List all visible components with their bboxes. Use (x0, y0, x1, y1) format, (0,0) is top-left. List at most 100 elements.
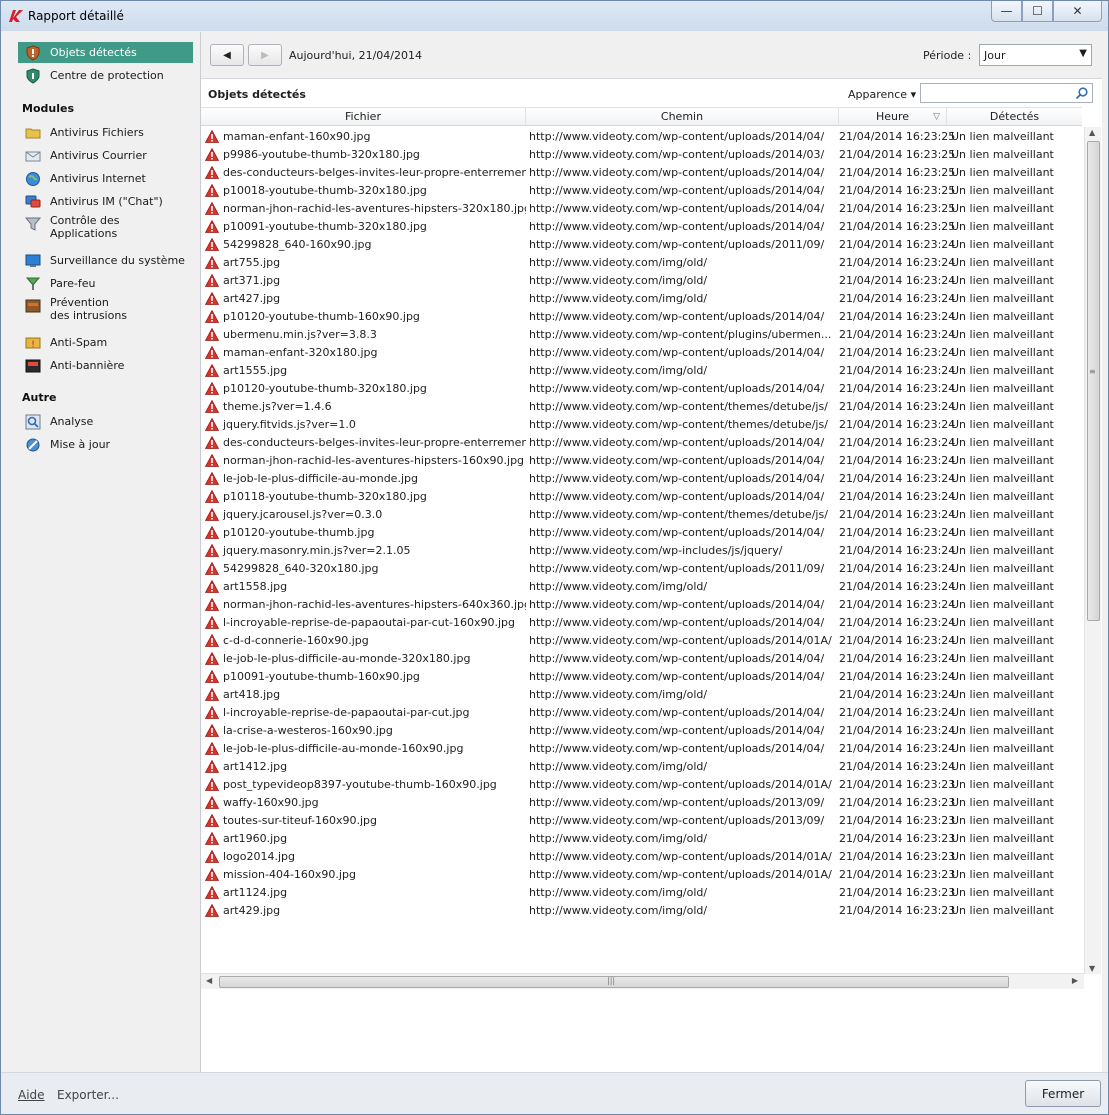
table-row[interactable]: jquery.fitvids.js?ver=1.0 http://www.vide… (201, 415, 1083, 433)
table-row[interactable]: jquery.masonry.min.js?ver=2.1.05 http://w… (201, 541, 1083, 559)
table-row[interactable]: art1558.jpg http://www.videoty.com/img/ol… (201, 577, 1083, 595)
table-row[interactable]: le-job-le-plus-difficile-au-monde-320x18… (201, 649, 1083, 667)
sidebar-item-antivirus-internet[interactable]: Antivirus Internet (18, 168, 193, 189)
warning-icon (205, 471, 219, 485)
table-row[interactable]: le-job-le-plus-difficile-au-monde.jpg htt… (201, 469, 1083, 487)
sidebar-item-label: Analyse (50, 415, 94, 428)
warning-icon (205, 615, 219, 629)
sidebar-item-anti-spam[interactable]: ! Anti-Spam (18, 332, 193, 353)
vertical-scroll-thumb[interactable] (1087, 141, 1100, 621)
table-row[interactable]: art427.jpg http://www.videoty.com/img/old… (201, 289, 1083, 307)
previous-day-button[interactable]: ◀ (210, 44, 244, 66)
table-row[interactable]: 54299828_640-320x180.jpg http://www.video… (201, 559, 1083, 577)
sidebar-item-surveillance-systeme[interactable]: Surveillance du système (18, 250, 193, 271)
export-link[interactable]: Exporter... (57, 1088, 119, 1102)
column-header-path[interactable]: Chemin (526, 108, 839, 126)
cell-file: l-incroyable-reprise-de-papaoutai-par-cu… (201, 615, 526, 629)
search-icon[interactable] (1075, 86, 1089, 100)
sidebar-item-pare-feu[interactable]: Pare-feu (18, 273, 193, 294)
scroll-right-icon[interactable]: ▶ (1072, 976, 1078, 985)
sidebar-item-centre-protection[interactable]: Centre de protection (18, 65, 193, 86)
svg-text:!: ! (31, 340, 35, 350)
table-row[interactable]: des-conducteurs-belges-invites-leur-prop… (201, 163, 1083, 181)
close-window-button[interactable]: ✕ (1053, 1, 1102, 22)
vertical-scrollbar[interactable]: ▲ ≡ ▼ (1084, 127, 1101, 974)
column-header-time[interactable]: Heure ▽ (839, 108, 947, 126)
sidebar-item-anti-banniere[interactable]: Anti-bannière (18, 355, 193, 376)
window-controls: — ☐ ✕ (991, 1, 1102, 23)
sidebar-item-prevention-intrusions[interactable]: Prévention des intrusions (18, 296, 193, 326)
table-row[interactable]: la-crise-a-westeros-160x90.jpg http://www… (201, 721, 1083, 739)
scan-icon (25, 414, 41, 429)
column-header-file[interactable]: Fichier (201, 108, 526, 126)
sidebar-item-antivirus-fichiers[interactable]: Antivirus Fichiers (18, 122, 193, 143)
horizontal-scrollbar[interactable]: ◀ ||| ▶ (201, 973, 1084, 989)
table-row[interactable]: maman-enfant-160x90.jpg http://www.videot… (201, 127, 1083, 145)
table-row[interactable]: p10091-youtube-thumb-320x180.jpg http://w… (201, 217, 1083, 235)
table-row[interactable]: norman-jhon-rachid-les-aventures-hipster… (201, 451, 1083, 469)
table-row[interactable]: waffy-160x90.jpg http://www.videoty.com/w… (201, 793, 1083, 811)
table-row[interactable]: toutes-sur-titeuf-160x90.jpg http://www.v… (201, 811, 1083, 829)
table-row[interactable]: logo2014.jpg http://www.videoty.com/wp-co… (201, 847, 1083, 865)
minimize-button[interactable]: — (991, 1, 1022, 22)
scroll-left-icon[interactable]: ◀ (206, 976, 212, 985)
sidebar-item-antivirus-im[interactable]: Antivirus IM ("Chat") (18, 191, 193, 212)
table-row[interactable]: norman-jhon-rachid-les-aventures-hipster… (201, 199, 1083, 217)
cell-detected: Un lien malveillant (951, 183, 1054, 197)
table-row[interactable]: art429.jpg http://www.videoty.com/img/old… (201, 901, 1083, 919)
table-row[interactable]: des-conducteurs-belges-invites-leur-prop… (201, 433, 1083, 451)
table-row[interactable]: jquery.jcarousel.js?ver=0.3.0 http://www.… (201, 505, 1083, 523)
table-row[interactable]: art1412.jpg http://www.videoty.com/img/ol… (201, 757, 1083, 775)
table-row[interactable]: norman-jhon-rachid-les-aventures-hipster… (201, 595, 1083, 613)
table-row[interactable]: 54299828_640-160x90.jpg http://www.videot… (201, 235, 1083, 253)
table-row[interactable]: p9986-youtube-thumb-320x180.jpg http://ww… (201, 145, 1083, 163)
cell-detected: Un lien malveillant (951, 561, 1054, 575)
table-row[interactable]: p10091-youtube-thumb-160x90.jpg http://ww… (201, 667, 1083, 685)
sidebar-item-analyse[interactable]: Analyse (18, 411, 193, 432)
search-input[interactable] (920, 83, 1093, 103)
table-row[interactable]: l-incroyable-reprise-de-papaoutai-par-cu… (201, 613, 1083, 631)
table-row[interactable]: p10018-youtube-thumb-320x180.jpg http://w… (201, 181, 1083, 199)
close-button[interactable]: Fermer (1025, 1080, 1101, 1107)
table-row[interactable]: theme.js?ver=1.4.6 http://www.videoty.com… (201, 397, 1083, 415)
table-row[interactable]: p10120-youtube-thumb-160x90.jpg http://ww… (201, 307, 1083, 325)
table-row[interactable]: art755.jpg http://www.videoty.com/img/old… (201, 253, 1083, 271)
sidebar-item-objets-detectes[interactable]: Objets détectés (18, 42, 193, 63)
table-row[interactable]: ubermenu.min.js?ver=3.8.3 http://www.vide… (201, 325, 1083, 343)
period-select[interactable]: Jour ▼ (979, 44, 1092, 66)
help-link[interactable]: Aide (18, 1088, 45, 1102)
table-row[interactable]: maman-enfant-320x180.jpg http://www.video… (201, 343, 1083, 361)
scroll-up-icon[interactable]: ▲ (1089, 128, 1095, 137)
mail-icon (25, 151, 41, 161)
cell-detected: Un lien malveillant (951, 417, 1054, 431)
table-row[interactable]: art371.jpg http://www.videoty.com/img/old… (201, 271, 1083, 289)
title-bar[interactable]: Rapport détaillé — ☐ ✕ (1, 1, 1108, 31)
table-row[interactable]: art418.jpg http://www.videoty.com/img/old… (201, 685, 1083, 703)
table-row[interactable]: art1960.jpg http://www.videoty.com/img/ol… (201, 829, 1083, 847)
file-name: jquery.masonry.min.js?ver=2.1.05 (223, 543, 411, 557)
cell-path: http://www.videoty.com/img/old/ (529, 363, 708, 377)
cell-path: http://www.videoty.com/wp-content/upload… (529, 309, 825, 323)
table-row[interactable]: l-incroyable-reprise-de-papaoutai-par-cu… (201, 703, 1083, 721)
file-name: p9986-youtube-thumb-320x180.jpg (223, 147, 420, 161)
sidebar-item-mise-a-jour[interactable]: Mise à jour (18, 434, 193, 455)
sidebar-item-controle-applications[interactable]: Contrôle des Applications (18, 214, 193, 244)
appearance-menu[interactable]: Apparence ▾ (848, 88, 916, 101)
sidebar-item-antivirus-courrier[interactable]: Antivirus Courrier (18, 145, 193, 166)
cell-path: http://www.videoty.com/wp-content/upload… (529, 633, 832, 647)
table-row[interactable]: p10120-youtube-thumb.jpg http://www.video… (201, 523, 1083, 541)
cell-file: la-crise-a-westeros-160x90.jpg (201, 723, 526, 737)
table-row[interactable]: post_typevideop8397-youtube-thumb-160x90… (201, 775, 1083, 793)
table-row[interactable]: art1124.jpg http://www.videoty.com/img/ol… (201, 883, 1083, 901)
table-row[interactable]: p10120-youtube-thumb-320x180.jpg http://w… (201, 379, 1083, 397)
table-row[interactable]: le-job-le-plus-difficile-au-monde-160x90… (201, 739, 1083, 757)
scroll-down-icon[interactable]: ▼ (1089, 964, 1095, 973)
sort-descending-icon: ▽ (933, 112, 940, 122)
column-header-detected[interactable]: Détectés (947, 108, 1082, 126)
table-row[interactable]: art1555.jpg http://www.videoty.com/img/ol… (201, 361, 1083, 379)
next-day-button[interactable]: ▶ (248, 44, 282, 66)
table-row[interactable]: c-d-d-connerie-160x90.jpg http://www.vide… (201, 631, 1083, 649)
table-row[interactable]: p10118-youtube-thumb-320x180.jpg http://w… (201, 487, 1083, 505)
table-row[interactable]: mission-404-160x90.jpg http://www.videoty… (201, 865, 1083, 883)
maximize-button[interactable]: ☐ (1022, 1, 1053, 22)
